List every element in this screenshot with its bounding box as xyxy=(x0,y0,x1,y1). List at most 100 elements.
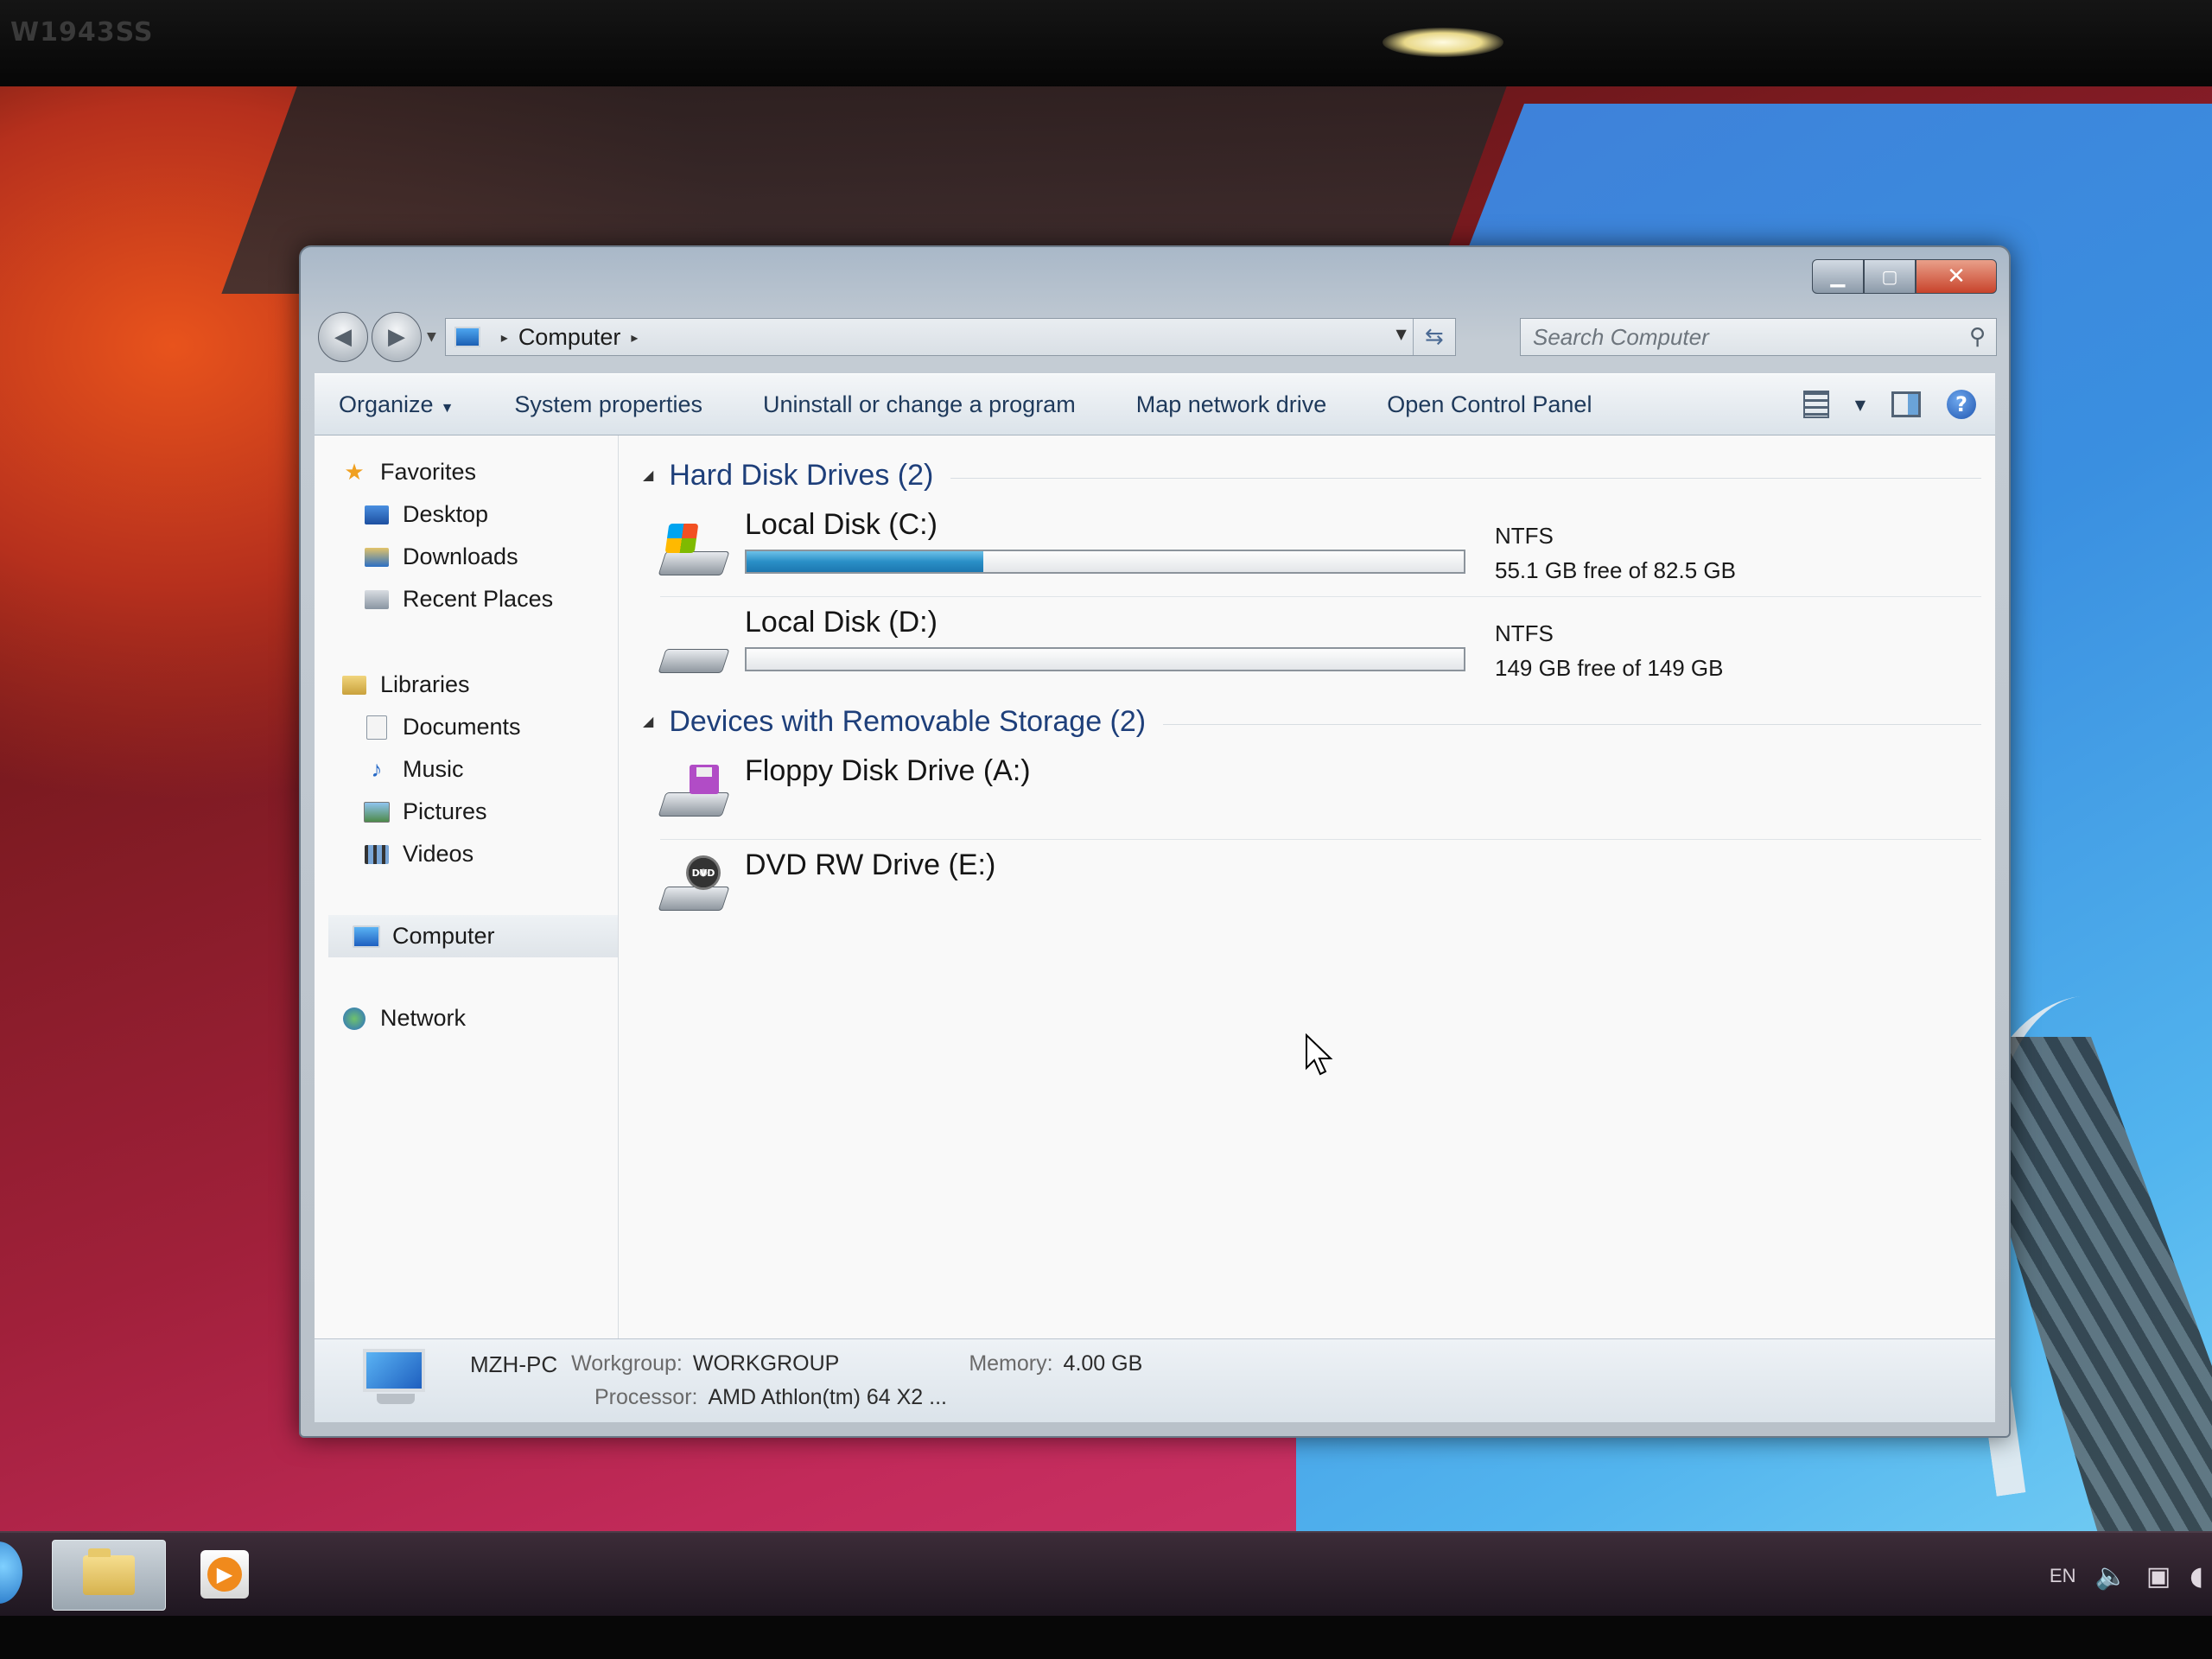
details-pane: MZH-PC Workgroup: WORKGROUP Memory: 4.00… xyxy=(315,1338,1995,1422)
downloads-icon xyxy=(363,545,391,569)
computer-icon xyxy=(454,327,480,347)
forward-arrow-icon: ▶ xyxy=(388,324,405,350)
nav-videos[interactable]: Videos xyxy=(315,833,618,875)
chevron-down-icon: ▼ xyxy=(440,400,454,416)
nav-recent-places[interactable]: Recent Places xyxy=(315,578,618,620)
window-controls: ▁ ▢ ✕ xyxy=(1812,259,1997,294)
drive-usage-fill xyxy=(747,551,983,572)
taskbar: ▶ EN 🔈 ▣ ◖ xyxy=(0,1531,2212,1618)
view-options-dropdown-icon[interactable]: ▼ xyxy=(1855,397,1866,413)
nav-music[interactable]: ♪ Music xyxy=(315,748,618,791)
star-icon: ★ xyxy=(344,459,365,485)
drive-item[interactable]: Local Disk (C:) NTFS 55.1 GB free of 82.… xyxy=(643,499,1981,596)
drive-space: 149 GB free of 149 GB xyxy=(1495,655,1724,681)
documents-icon xyxy=(363,715,391,740)
navigation-pane: ★ Favorites Desktop Downloads Recent Pla… xyxy=(315,435,619,1339)
drive-usage-bar xyxy=(745,647,1465,671)
command-bar: Organize ▼ System properties Uninstall or… xyxy=(315,373,1995,435)
media-player-icon: ▶ xyxy=(200,1550,249,1599)
libraries-icon xyxy=(340,673,368,697)
speaker-icon[interactable]: ◖ xyxy=(2190,1561,2203,1592)
search-box[interactable]: ⚲ xyxy=(1520,318,1997,356)
nav-network[interactable]: Network xyxy=(315,997,618,1039)
processor-label: Processor: xyxy=(594,1385,698,1409)
workgroup-label: Workgroup: xyxy=(571,1351,683,1376)
refresh-button[interactable]: ⇆ xyxy=(1412,319,1455,355)
computer-monitor-icon xyxy=(356,1349,435,1413)
help-icon[interactable]: ? xyxy=(1947,390,1976,419)
recent-pages-dropdown[interactable]: ▼ xyxy=(427,330,436,344)
memory-label: Memory: xyxy=(969,1351,1053,1376)
monitor-power-led xyxy=(1382,28,1503,57)
computer-name: MZH-PC xyxy=(470,1351,558,1377)
group-header-hard-disk-drives[interactable]: ◢ Hard Disk Drives (2) xyxy=(643,451,1981,499)
taskbar-explorer-button[interactable] xyxy=(52,1540,166,1611)
processor-value: AMD Athlon(tm) 64 X2 ... xyxy=(708,1385,947,1409)
drive-item[interactable]: Local Disk (D:) NTFS 149 GB free of 149 … xyxy=(643,597,1981,694)
minimize-button[interactable]: ▁ xyxy=(1812,259,1864,294)
drive-name: Local Disk (D:) xyxy=(745,606,938,639)
refresh-icon: ⇆ xyxy=(1424,324,1444,350)
monitor-bezel-top: W1943SS xyxy=(0,0,2212,95)
workgroup-value: WORKGROUP xyxy=(692,1351,840,1376)
start-button[interactable] xyxy=(0,1541,22,1604)
system-tray: EN 🔈 ▣ ◖ xyxy=(2050,1550,2212,1602)
back-button[interactable]: ◀ xyxy=(318,312,368,362)
taskbar-media-player-button[interactable]: ▶ xyxy=(194,1540,255,1609)
breadcrumb-computer[interactable]: Computer xyxy=(518,324,621,351)
preview-pane-icon[interactable] xyxy=(1891,391,1921,417)
system-properties-button[interactable]: System properties xyxy=(514,391,702,418)
breadcrumb-chevron-icon[interactable]: ▸ xyxy=(631,329,638,346)
back-arrow-icon: ◀ xyxy=(334,324,352,350)
folder-icon xyxy=(83,1548,135,1595)
uninstall-program-button[interactable]: Uninstall or change a program xyxy=(763,391,1076,418)
drive-item[interactable]: DVD DVD RW Drive (E:) xyxy=(643,840,1981,933)
breadcrumb-chevron-icon[interactable]: ▸ xyxy=(501,329,508,346)
desktop-icon xyxy=(363,503,391,527)
collapse-triangle-icon[interactable]: ◢ xyxy=(643,467,653,484)
music-note-icon: ♪ xyxy=(371,756,383,782)
maximize-button[interactable]: ▢ xyxy=(1864,259,1916,294)
search-input[interactable] xyxy=(1531,322,1969,352)
nav-documents[interactable]: Documents xyxy=(315,706,618,748)
nav-downloads[interactable]: Downloads xyxy=(315,536,618,578)
address-bar[interactable]: ▸ Computer ▸ ▼ ⇆ xyxy=(444,318,1456,356)
drive-usage-bar xyxy=(745,550,1465,574)
hard-drive-icon xyxy=(658,621,730,677)
forward-button[interactable]: ▶ xyxy=(372,312,422,362)
explorer-window: ▁ ▢ ✕ ◀ ▶ ▼ ▸ Computer ▸ ▼ ⇆ ⚲ Organize▼… xyxy=(299,245,2011,1438)
computer-icon xyxy=(353,925,380,949)
drive-name: DVD RW Drive (E:) xyxy=(745,849,996,881)
drive-name: Local Disk (C:) xyxy=(745,508,938,541)
map-network-drive-button[interactable]: Map network drive xyxy=(1136,391,1327,418)
content-area: ★ Favorites Desktop Downloads Recent Pla… xyxy=(315,435,1995,1339)
film-strip-icon xyxy=(363,842,391,867)
nav-favorites[interactable]: ★ Favorites xyxy=(315,451,618,493)
navigation-bar: ◀ ▶ ▼ ▸ Computer ▸ ▼ ⇆ ⚲ xyxy=(318,311,1997,363)
network-icon xyxy=(340,1007,368,1031)
language-indicator[interactable]: EN xyxy=(2050,1565,2076,1587)
volume-icon[interactable]: 🔈 xyxy=(2094,1561,2126,1592)
pictures-icon xyxy=(363,800,391,824)
network-status-icon[interactable]: ▣ xyxy=(2146,1561,2171,1592)
drive-filesystem: NTFS xyxy=(1495,620,1554,646)
main-pane: ◢ Hard Disk Drives (2) Local Disk (C:) N… xyxy=(619,435,1995,1339)
nav-desktop[interactable]: Desktop xyxy=(315,493,618,536)
organize-button[interactable]: Organize ▼ xyxy=(339,391,454,418)
change-view-icon[interactable] xyxy=(1802,391,1829,418)
collapse-triangle-icon[interactable]: ◢ xyxy=(643,713,653,730)
dvd-badge: DVD xyxy=(686,855,721,890)
drive-name: Floppy Disk Drive (A:) xyxy=(745,754,1031,787)
nav-computer[interactable]: Computer xyxy=(328,915,618,957)
drive-item[interactable]: Floppy Disk Drive (A:) xyxy=(643,746,1981,839)
recent-places-icon xyxy=(363,588,391,612)
nav-pictures[interactable]: Pictures xyxy=(315,791,618,833)
drive-filesystem: NTFS xyxy=(1495,523,1554,549)
nav-libraries[interactable]: Libraries xyxy=(315,664,618,706)
open-control-panel-button[interactable]: Open Control Panel xyxy=(1387,391,1592,418)
close-button[interactable]: ✕ xyxy=(1916,259,1997,294)
group-header-removable-storage[interactable]: ◢ Devices with Removable Storage (2) xyxy=(643,697,1981,746)
monitor-model-label: W1943SS xyxy=(10,17,154,48)
address-dropdown-icon[interactable]: ▼ xyxy=(1395,326,1406,342)
search-icon[interactable]: ⚲ xyxy=(1969,324,1986,350)
